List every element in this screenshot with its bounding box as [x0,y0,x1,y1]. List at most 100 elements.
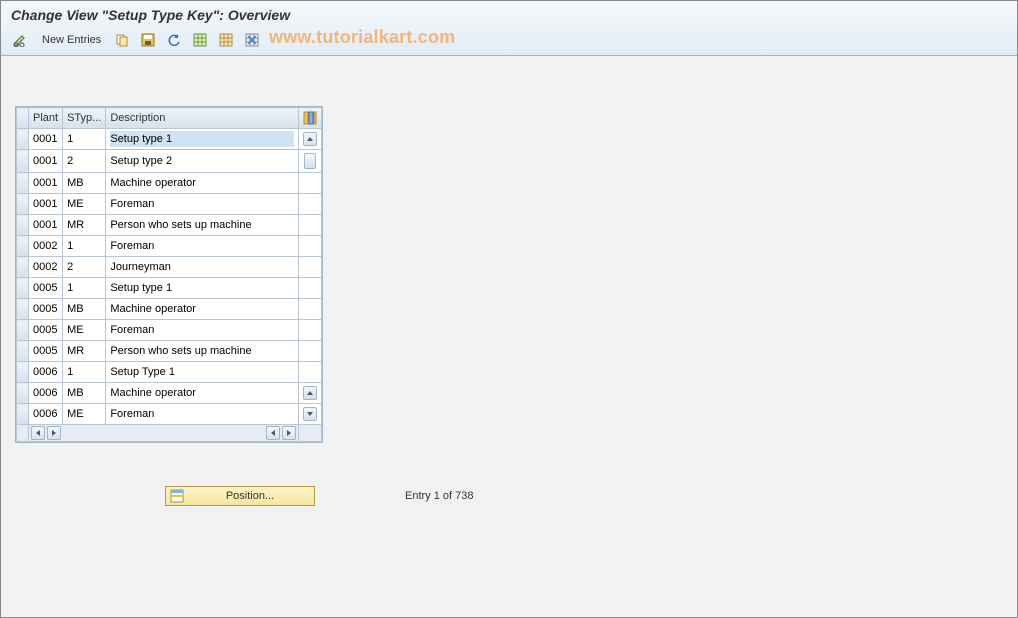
scroll-left-button[interactable] [31,426,45,440]
desc-field[interactable] [110,343,294,359]
scroll-up-button[interactable] [303,132,317,146]
save-button[interactable] [136,30,160,50]
desc-field[interactable] [110,280,294,296]
copy-button[interactable] [110,30,134,50]
plant-field[interactable] [33,217,58,233]
table-row [17,236,322,257]
table-row [17,278,322,299]
vertical-scrollbar-cell [299,341,322,362]
toggle-button[interactable] [7,30,33,50]
plant-field[interactable] [33,364,58,380]
desc-field[interactable] [110,131,294,147]
plant-field[interactable] [33,280,58,296]
footer-row: Position... Entry 1 of 738 [15,486,1017,506]
styp-field[interactable] [67,175,101,191]
styp-field[interactable] [67,343,101,359]
table-row [17,129,322,150]
configure-columns-icon [303,111,317,125]
styp-field[interactable] [67,364,101,380]
copy-icon [115,33,129,47]
scroll-right-button[interactable] [47,426,61,440]
watermark: www.tutorialkart.com [269,27,455,48]
horizontal-scrollbar[interactable] [29,425,298,441]
styp-field[interactable] [67,238,101,254]
position-button[interactable]: Position... [165,486,315,506]
desc-field[interactable] [110,406,294,422]
scroll-right-end-button[interactable] [282,426,296,440]
new-entries-button[interactable]: New Entries [35,30,108,50]
styp-field[interactable] [67,217,101,233]
desc-field[interactable] [110,175,294,191]
plant-field[interactable] [33,301,58,317]
desc-field[interactable] [110,152,294,170]
row-selector[interactable] [17,150,29,173]
content: Plant STyp... Description [1,56,1017,506]
desc-field[interactable] [110,364,294,380]
row-selector[interactable] [17,404,29,425]
grid-delete-icon [245,33,259,47]
vertical-scrollbar-cell [299,173,322,194]
row-selector[interactable] [17,194,29,215]
vertical-scrollbar-cell [299,257,322,278]
plant-field[interactable] [33,152,58,170]
row-selector[interactable] [17,341,29,362]
styp-field[interactable] [67,385,101,401]
plant-field[interactable] [33,131,58,147]
delete-button[interactable] [240,30,264,50]
styp-field[interactable] [67,322,101,338]
vertical-scrollbar-cell [299,150,322,173]
grid-select-icon [193,33,207,47]
styp-field[interactable] [67,152,101,170]
styp-field[interactable] [67,259,101,275]
desc-field[interactable] [110,238,294,254]
desc-field[interactable] [110,322,294,338]
plant-field[interactable] [33,259,58,275]
scroll-left-end-button[interactable] [266,426,280,440]
row-selector[interactable] [17,236,29,257]
styp-field[interactable] [67,301,101,317]
row-selector[interactable] [17,173,29,194]
toolbar: New Entries [1,27,1017,55]
row-selector[interactable] [17,215,29,236]
row-selector[interactable] [17,383,29,404]
entry-status: Entry 1 of 738 [405,490,474,502]
styp-field[interactable] [67,406,101,422]
row-selector[interactable] [17,299,29,320]
col-header-description[interactable]: Description [106,108,299,129]
desc-field[interactable] [110,385,294,401]
select-all-button[interactable] [188,30,212,50]
row-selector[interactable] [17,257,29,278]
undo-button[interactable] [162,30,186,50]
col-header-plant[interactable]: Plant [29,108,63,129]
row-selector[interactable] [17,129,29,150]
styp-field[interactable] [67,131,101,147]
desc-field[interactable] [110,196,294,212]
plant-field[interactable] [33,196,58,212]
configure-columns-button[interactable] [299,108,322,129]
table-container: Plant STyp... Description [15,106,323,443]
row-selector[interactable] [17,320,29,341]
table-row [17,194,322,215]
plant-field[interactable] [33,238,58,254]
col-header-styp[interactable]: STyp... [63,108,106,129]
row-selector-header[interactable] [17,108,29,129]
desc-field[interactable] [110,259,294,275]
styp-field[interactable] [67,280,101,296]
desc-field[interactable] [110,301,294,317]
vertical-scrollbar-cell [299,299,322,320]
row-selector[interactable] [17,278,29,299]
scroll-thumb[interactable] [304,153,316,169]
styp-field[interactable] [67,196,101,212]
plant-field[interactable] [33,406,58,422]
scroll-down-button[interactable] [303,407,317,421]
row-selector[interactable] [17,362,29,383]
deselect-all-button[interactable] [214,30,238,50]
scroll-up-button-2[interactable] [303,386,317,400]
plant-field[interactable] [33,175,58,191]
header-area: Change View "Setup Type Key": Overview N… [1,1,1017,56]
plant-field[interactable] [33,385,58,401]
plant-field[interactable] [33,343,58,359]
desc-field[interactable] [110,217,294,233]
plant-field[interactable] [33,322,58,338]
vertical-scrollbar-cell [299,129,322,150]
